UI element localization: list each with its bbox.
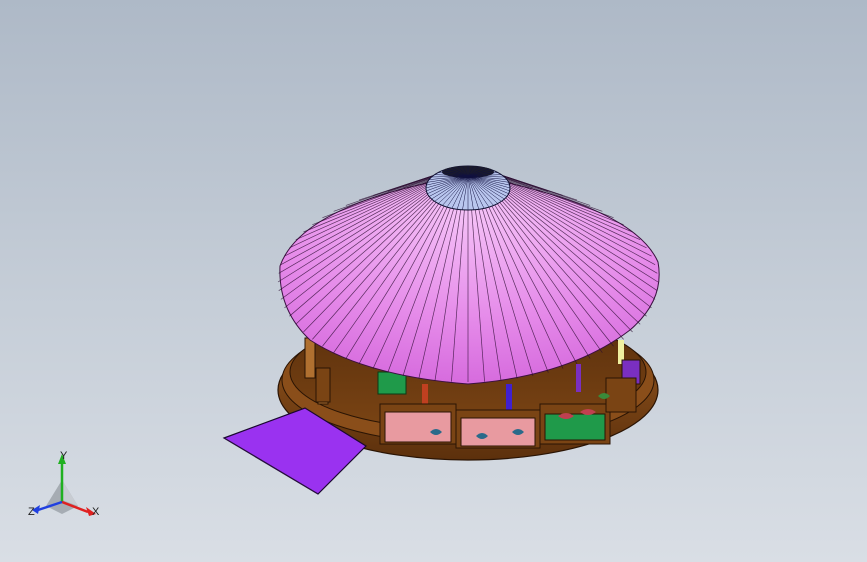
triad-x-label: X — [92, 506, 100, 518]
triad-z-label: Z — [28, 506, 35, 518]
yurt-3d-model[interactable] — [0, 0, 867, 562]
roof-crown — [425, 165, 511, 211]
triad-y-label: Y — [60, 450, 68, 462]
graphics-viewport[interactable]: Y X Z — [0, 0, 867, 562]
coordinate-triad: Y X Z — [22, 448, 106, 528]
